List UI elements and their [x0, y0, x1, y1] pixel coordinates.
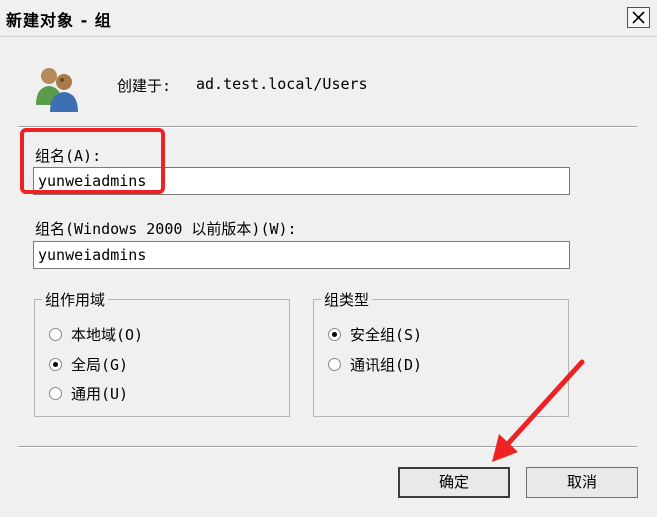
group-name-pre2000-input[interactable]: [33, 241, 570, 269]
group-name-pre2000-label: 组名(Windows 2000 以前版本)(W):: [35, 220, 297, 238]
scope-option-universal[interactable]: 通用(U): [49, 383, 128, 404]
radio-button[interactable]: [49, 387, 62, 400]
type-option-security[interactable]: 安全组(S): [328, 324, 422, 345]
divider: [18, 446, 637, 448]
radio-button-checked[interactable]: [49, 358, 62, 371]
radio-button[interactable]: [328, 358, 341, 371]
window-title: 新建对象 - 组: [6, 11, 112, 30]
scope-option-label: 全局(G): [71, 356, 129, 374]
group-scope-title: 组作用域: [42, 289, 109, 310]
group-scope-box: 组作用域 本地域(O) 全局(G) 通用(U): [34, 289, 290, 417]
radio-button-checked[interactable]: [328, 328, 341, 341]
close-icon: [632, 11, 645, 24]
users-group-icon: [36, 68, 78, 112]
scope-option-domain-local[interactable]: 本地域(O): [49, 324, 143, 345]
created-in-label: 创建于:: [117, 77, 172, 95]
scope-option-label: 通用(U): [71, 385, 129, 403]
group-type-box: 组类型 安全组(S) 通讯组(D): [313, 289, 569, 417]
type-option-distribution[interactable]: 通讯组(D): [328, 354, 422, 375]
scope-option-label: 本地域(O): [71, 326, 144, 344]
type-option-label: 安全组(S): [350, 326, 423, 344]
scope-option-global[interactable]: 全局(G): [49, 354, 128, 375]
ok-button[interactable]: 确定: [398, 467, 510, 498]
title-bar: 新建对象 - 组: [0, 0, 657, 37]
radio-button[interactable]: [49, 328, 62, 341]
type-option-label: 通讯组(D): [350, 356, 423, 374]
created-in-path: ad.test.local/Users: [196, 75, 368, 93]
close-button[interactable]: [627, 7, 650, 28]
red-highlight-box: [20, 128, 165, 194]
cancel-button[interactable]: 取消: [526, 467, 638, 498]
group-type-title: 组类型: [321, 289, 373, 310]
